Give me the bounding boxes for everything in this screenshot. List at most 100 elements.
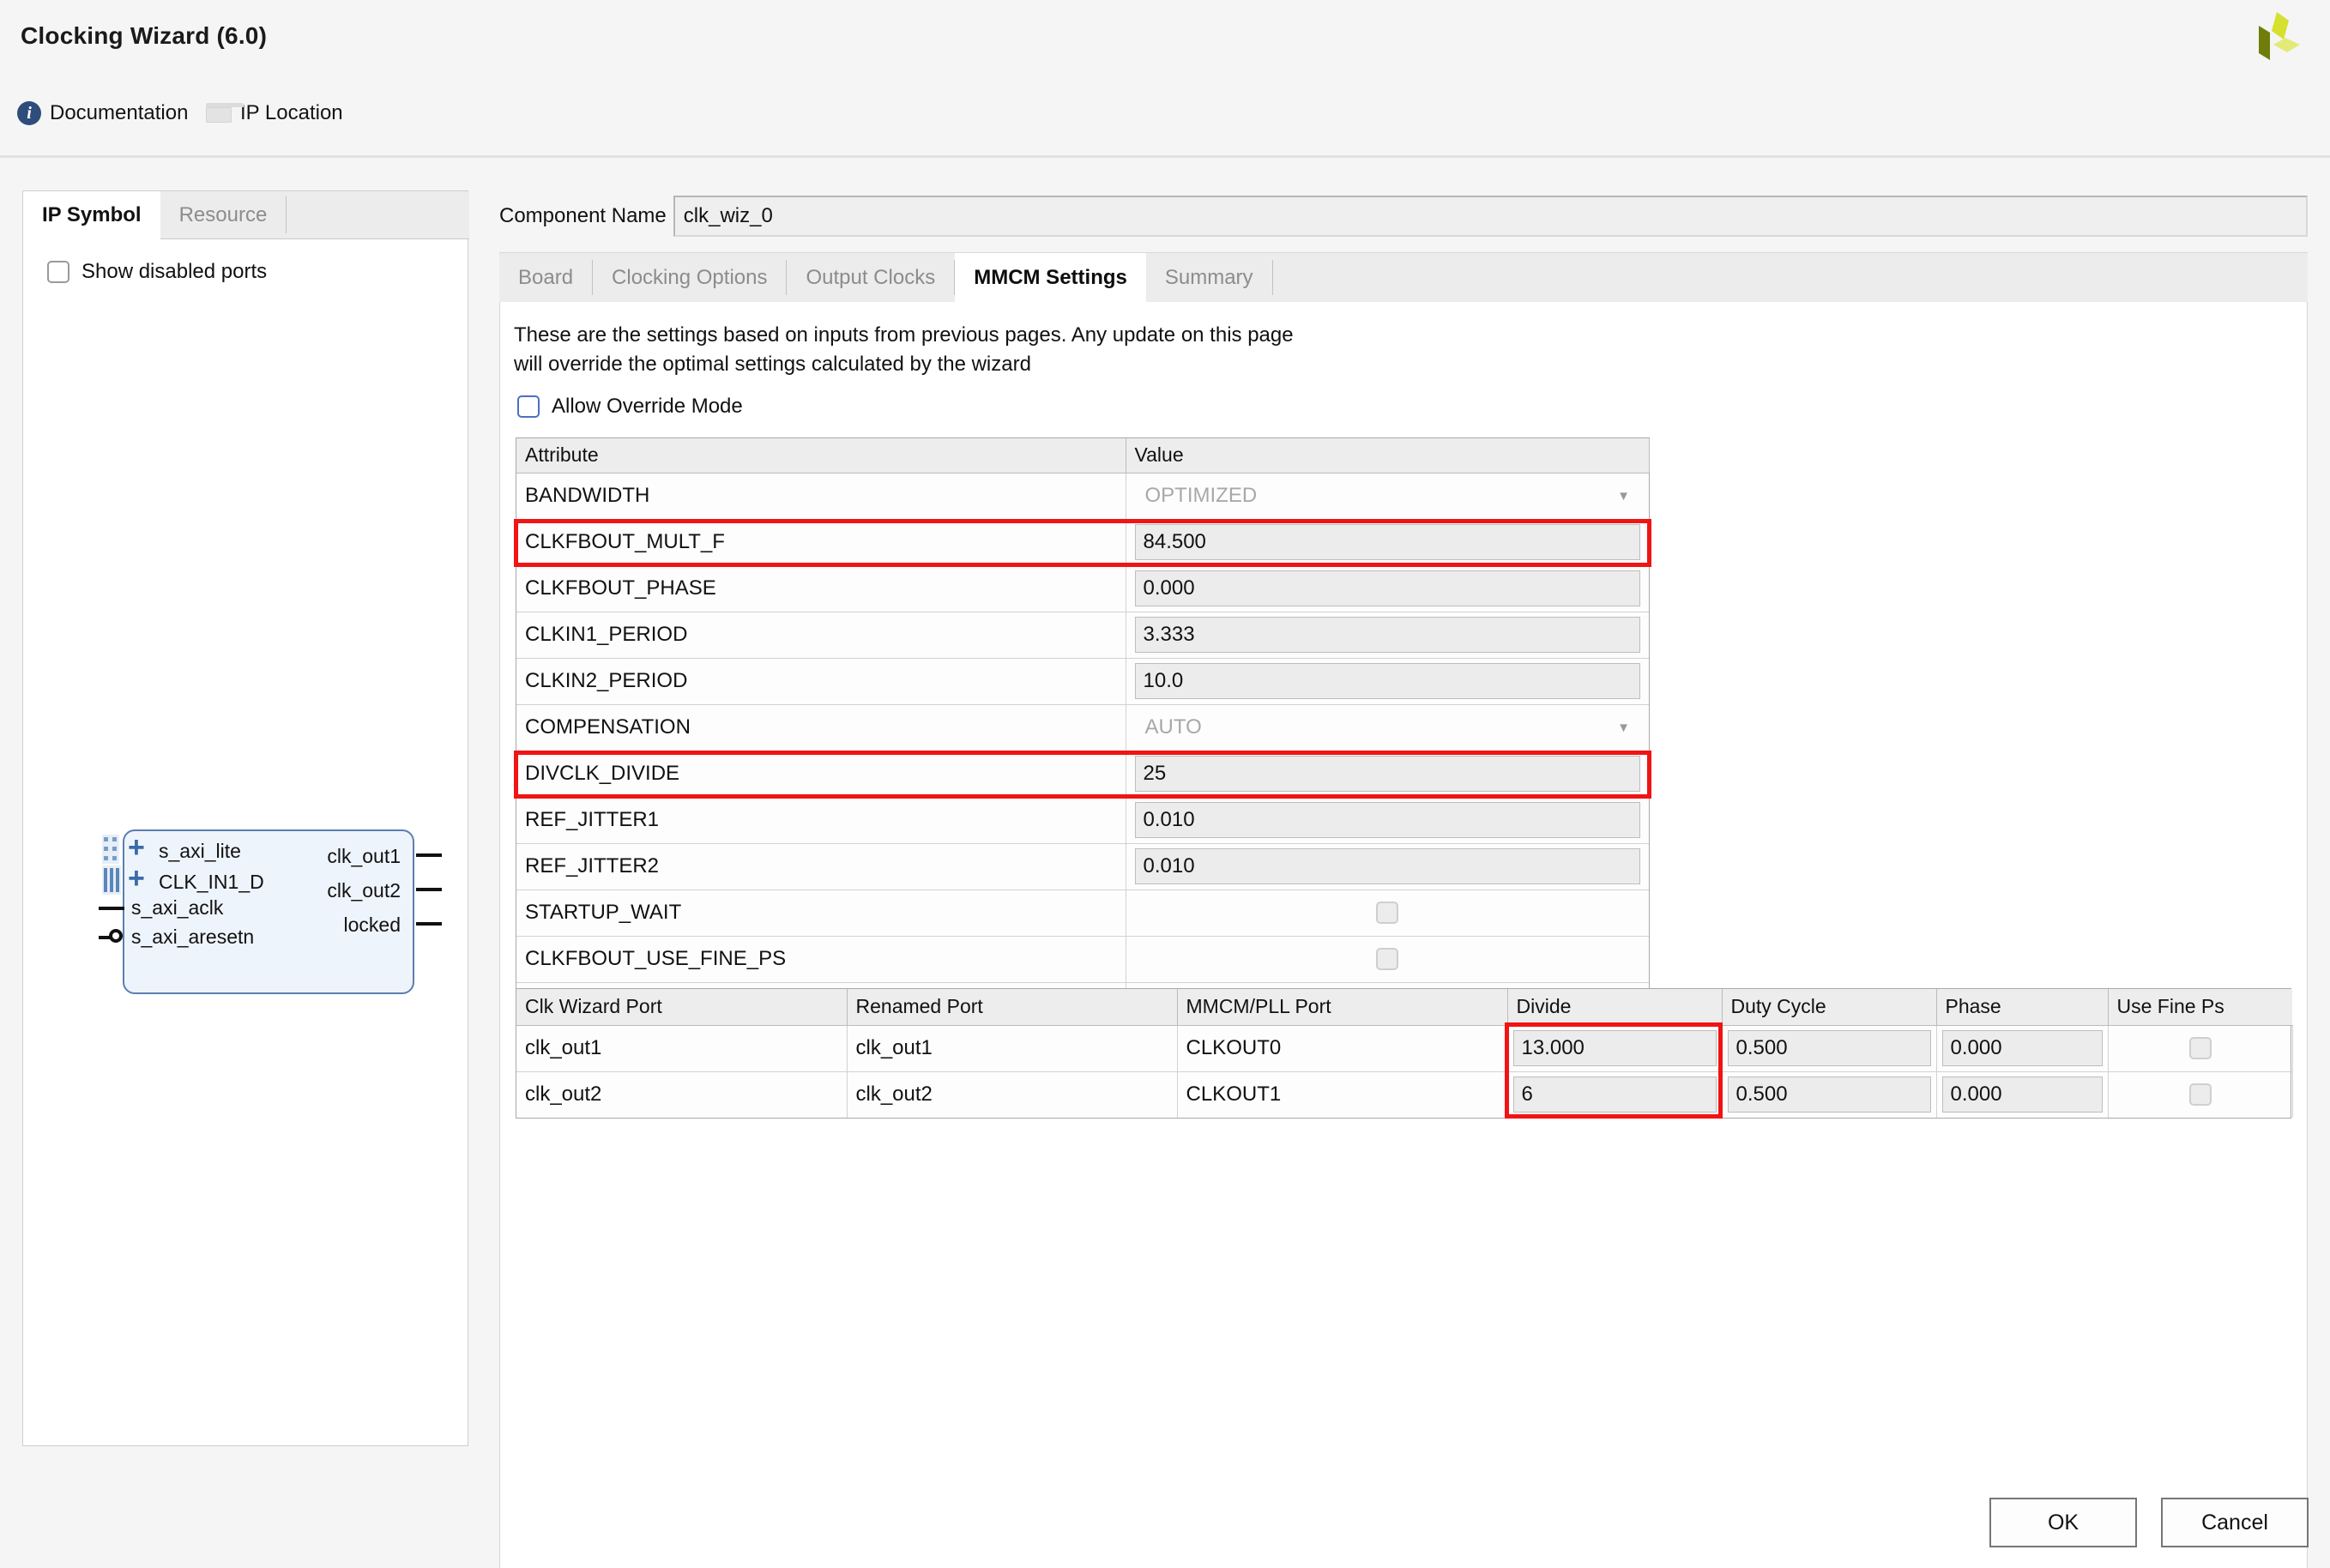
port-label-s-axi-lite: s_axi_lite [159, 840, 241, 862]
chevron-down-icon: ▼ [1617, 488, 1630, 504]
use-fine-ps-cell[interactable] [2108, 1071, 2293, 1118]
tab-mmcm-settings[interactable]: MMCM Settings [955, 253, 1146, 302]
port-label-locked: locked [343, 914, 401, 936]
clk-out2-pin [416, 888, 442, 891]
ip-location-link[interactable]: IP Location [206, 101, 343, 125]
s-axi-lite-expand-icon[interactable]: + [128, 833, 145, 862]
documentation-link[interactable]: i Documentation [17, 101, 188, 125]
duty-cycle-cell[interactable]: 0.500 [1722, 1025, 1937, 1072]
table-row[interactable]: CLKFBOUT_PHASE 0.000 [516, 565, 1649, 612]
attribute-name-cell: STARTUP_WAIT [516, 890, 1126, 937]
attribute-name-cell: CLKFBOUT_USE_FINE_PS [516, 936, 1126, 983]
table-row[interactable]: BANDWIDTH OPTIMIZED ▼ [516, 473, 1649, 520]
tab-output-clocks[interactable]: Output Clocks [787, 253, 954, 302]
value-input[interactable]: 0.010 [1134, 802, 1640, 838]
col-divide: Divide [1507, 989, 1723, 1026]
phase-cell[interactable]: 0.000 [1936, 1071, 2109, 1118]
component-name-label: Component Name [499, 204, 667, 227]
info-icon: i [17, 101, 41, 125]
tab-clocking-options[interactable]: Clocking Options [593, 253, 786, 302]
tab-resource[interactable]: Resource [160, 191, 287, 238]
attribute-value-cell[interactable]: 10.0 [1126, 658, 1649, 705]
attribute-value-cell[interactable]: 0.010 [1126, 843, 1649, 890]
table-row[interactable]: REF_JITTER2 0.010 [516, 843, 1649, 890]
chevron-down-icon: ▼ [1617, 720, 1630, 735]
table-row[interactable]: CLKIN2_PERIOD 10.0 [516, 658, 1649, 705]
use-fine-ps-cell[interactable] [2108, 1025, 2293, 1072]
duty-cycle-cell[interactable]: 0.500 [1722, 1071, 1937, 1118]
attribute-value-cell[interactable]: 3.333 [1126, 612, 1649, 659]
attribute-value-cell[interactable] [1126, 890, 1649, 937]
attribute-value-cell[interactable]: OPTIMIZED ▼ [1126, 473, 1649, 520]
show-disabled-ports-row[interactable]: Show disabled ports [47, 260, 267, 284]
value-dropdown[interactable]: OPTIMIZED ▼ [1134, 475, 1640, 516]
col-value: Value [1126, 438, 1650, 473]
value-dropdown[interactable]: AUTO ▼ [1134, 707, 1640, 748]
component-name-input[interactable]: clk_wiz_0 [673, 196, 2308, 237]
duty-cycle-cell-input[interactable]: 0.500 [1727, 1030, 1931, 1066]
phase-cell-input[interactable]: 0.000 [1941, 1076, 2103, 1113]
attribute-table: Attribute Value BANDWIDTH OPTIMIZED ▼ CLKFB… [516, 437, 1650, 1029]
attribute-value-cell[interactable]: 0.010 [1126, 797, 1649, 844]
table-row[interactable]: clk_out2 clk_out2 CLKOUT1 6 0.500 0.000 [516, 1071, 2293, 1118]
allow-override-row[interactable]: Allow Override Mode [517, 395, 743, 419]
use-fine-ps-checkbox[interactable] [2188, 1037, 2212, 1059]
tab-mmcm-settings-label: MMCM Settings [974, 265, 1127, 289]
allow-override-checkbox[interactable] [517, 395, 540, 418]
col-clk-wizard-port: Clk Wizard Port [516, 989, 848, 1026]
tab-board[interactable]: Board [499, 253, 592, 302]
value-input[interactable]: 10.0 [1134, 663, 1640, 699]
mmcm-settings-body: These are the settings based on inputs f… [499, 302, 2308, 1568]
ok-button[interactable]: OK [1989, 1498, 2137, 1547]
phase-cell-input[interactable]: 0.000 [1941, 1030, 2103, 1066]
attribute-value-cell[interactable]: 25 [1126, 751, 1649, 798]
tab-summary[interactable]: Summary [1146, 253, 1272, 302]
mmcm-pll-port-cell: CLKOUT0 [1177, 1025, 1508, 1072]
col-use-fine-ps: Use Fine Ps [2108, 989, 2292, 1026]
tab-ip-symbol[interactable]: IP Symbol [23, 191, 160, 239]
use-fine-ps-checkbox[interactable] [2188, 1083, 2212, 1107]
value-input[interactable]: 3.333 [1134, 617, 1640, 653]
attribute-value-cell[interactable] [1126, 936, 1649, 983]
table-row[interactable]: COMPENSATION AUTO ▼ [516, 704, 1649, 751]
divide-cell-input[interactable]: 6 [1512, 1076, 1717, 1113]
attribute-name-cell: CLKFBOUT_MULT_F [516, 519, 1126, 566]
table-row[interactable]: REF_JITTER1 0.010 [516, 797, 1649, 844]
col-renamed-port: Renamed Port [847, 989, 1178, 1026]
phase-cell[interactable]: 0.000 [1936, 1025, 2109, 1072]
ip-location-link-label: IP Location [240, 101, 343, 124]
allow-override-label: Allow Override Mode [552, 395, 743, 418]
table-row[interactable]: DIVCLK_DIVIDE 25 [516, 751, 1649, 798]
table-row[interactable]: clk_out1 clk_out1 CLKOUT0 13.000 0.500 0.000 [516, 1025, 2293, 1072]
divide-cell[interactable]: 6 [1507, 1071, 1723, 1118]
value-input[interactable]: 84.500 [1134, 524, 1640, 560]
divide-cell[interactable]: 13.000 [1507, 1025, 1723, 1072]
divide-cell-input[interactable]: 13.000 [1512, 1030, 1717, 1066]
ip-symbol-panel: IP Symbol Resource Show disabled ports +… [22, 190, 469, 1446]
cancel-button[interactable]: Cancel [2161, 1498, 2309, 1547]
inversion-bubble-icon [109, 929, 123, 943]
table-row[interactable]: CLKIN1_PERIOD 3.333 [516, 612, 1649, 659]
value-checkbox[interactable] [1376, 948, 1399, 970]
clk-out1-pin [416, 853, 442, 857]
col-phase: Phase [1936, 989, 2109, 1026]
value-checkbox[interactable] [1376, 902, 1399, 924]
clk-in1-d-expand-icon[interactable]: + [128, 864, 145, 893]
attribute-value-cell[interactable]: AUTO ▼ [1126, 704, 1649, 751]
attribute-value-cell[interactable]: 0.000 [1126, 565, 1649, 612]
value-input[interactable]: 25 [1134, 756, 1640, 792]
table-row[interactable]: STARTUP_WAIT [516, 890, 1649, 937]
value-input[interactable]: 0.010 [1134, 848, 1640, 884]
locked-pin [416, 922, 442, 926]
table-row[interactable]: CLKFBOUT_USE_FINE_PS [516, 936, 1649, 983]
mmcm-pll-port-cell: CLKOUT1 [1177, 1071, 1508, 1118]
port-label-s-axi-aresetn: s_axi_aresetn [131, 926, 255, 948]
ok-button-label: OK [2047, 1510, 2079, 1535]
show-disabled-ports-checkbox[interactable] [47, 261, 69, 283]
duty-cycle-cell-input[interactable]: 0.500 [1727, 1076, 1931, 1113]
ip-symbol-canvas: Show disabled ports + s_axi_lite + CLK_I… [23, 239, 468, 1445]
value-input[interactable]: 0.000 [1134, 570, 1640, 606]
table-row[interactable]: CLKFBOUT_MULT_F 84.500 [516, 519, 1649, 566]
attribute-value-cell[interactable]: 84.500 [1126, 519, 1649, 566]
page-title: Clocking Wizard (6.0) [21, 22, 268, 49]
